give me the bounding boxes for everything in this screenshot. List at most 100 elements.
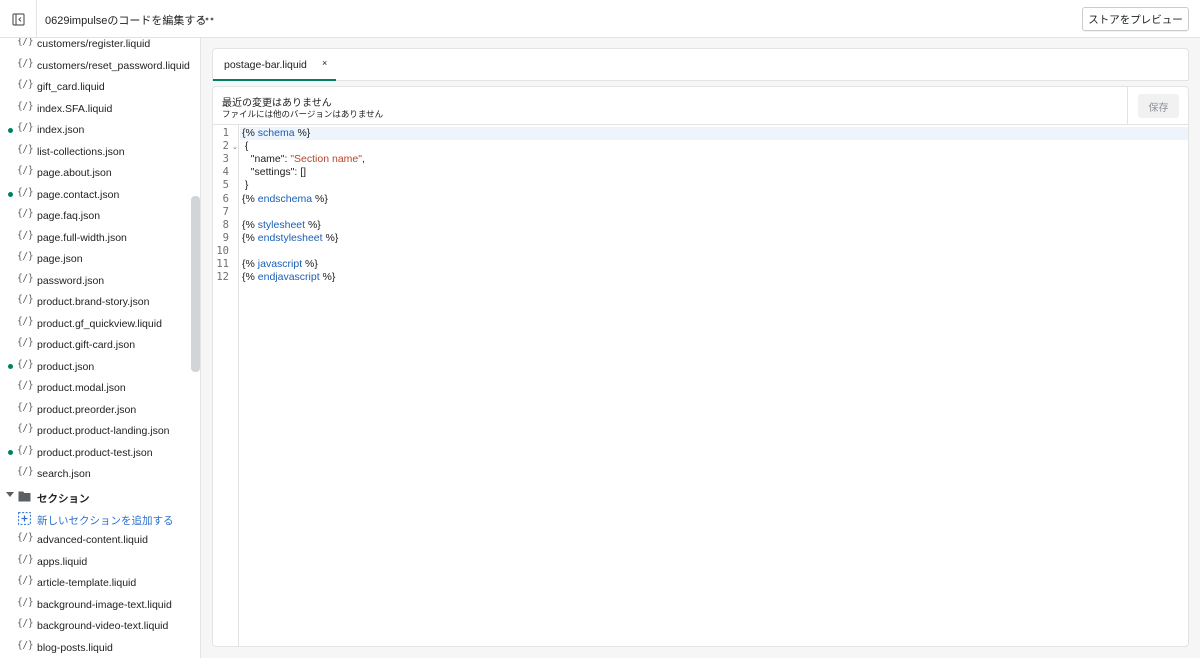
file-item[interactable]: {/} customers/register.liquid	[0, 38, 190, 55]
file-name: product.product-landing.json	[37, 425, 170, 437]
fold-toggle-icon[interactable]: ⌄	[232, 141, 238, 154]
file-item[interactable]: {/} gift_card.liquid	[0, 76, 190, 98]
file-item[interactable]: {/} list-collections.json	[0, 141, 190, 163]
file-sidebar: {/} customers/register.liquid {/} customers…	[0, 38, 201, 658]
file-name: advanced-content.liquid	[37, 534, 148, 546]
close-tab-icon[interactable]: ×	[322, 58, 327, 68]
file-item[interactable]: {/} apps.liquid	[0, 551, 190, 573]
file-item[interactable]: {/} product.gift-card.json	[0, 334, 190, 356]
line-number: 8	[222, 218, 229, 231]
file-name: product.preorder.json	[37, 403, 137, 416]
save-button[interactable]: 保存	[1138, 94, 1179, 118]
tab-postage-bar[interactable]: postage-bar.liquid ×	[213, 49, 336, 81]
modified-indicator	[8, 364, 13, 369]
code-line: "name": "Section name",	[242, 153, 365, 166]
liquid-file-icon: {/}	[17, 423, 34, 434]
file-name: background-image-text.liquid	[37, 598, 172, 611]
code-token: ,	[361, 153, 365, 166]
file-item[interactable]: {/} product.gf_quickview.liquid	[0, 313, 190, 335]
modified-indicator	[8, 192, 13, 197]
file-item[interactable]: {/} page.contact.json	[0, 184, 190, 206]
liquid-file-icon: {/}	[17, 380, 34, 391]
version-info-title: 最近の変更はありません	[222, 98, 332, 109]
add-section-link[interactable]: 新しいセクションを追加する	[0, 508, 190, 530]
code-token: {%	[242, 192, 258, 205]
file-name: apps.liquid	[37, 555, 88, 568]
active-line-highlight	[240, 127, 1188, 140]
file-name: page.full-width.json	[37, 231, 127, 244]
file-name: product.modal.json	[37, 382, 126, 394]
code-token: %}	[294, 127, 311, 139]
code-line: {% endschema %}	[242, 193, 328, 206]
line-number: 5	[222, 179, 229, 192]
liquid-file-icon: {/}	[17, 143, 34, 155]
modified-indicator	[8, 127, 13, 133]
liquid-file-icon: {/}	[17, 79, 34, 90]
code-token: "name":	[242, 153, 291, 166]
file-item[interactable]: {/} index.json	[0, 119, 190, 141]
code-line: "settings": []	[242, 166, 306, 179]
file-item[interactable]: {/} background-image-text.liquid	[0, 594, 190, 616]
line-number: 11	[216, 258, 229, 270]
liquid-file-icon: {/}	[17, 165, 34, 176]
liquid-file-icon: {/}	[17, 122, 34, 133]
file-item[interactable]: {/} page.about.json	[0, 162, 190, 184]
editor-panel: 最近の変更はありません ファイルには他のバージョンはありません 保存 12 345…	[212, 86, 1189, 647]
page-title: 0629impulseのコードを編集する	[45, 15, 207, 27]
preview-store-button[interactable]: ストアをプレビュー	[1082, 7, 1189, 31]
code-token: javascript	[257, 258, 303, 270]
liquid-file-icon: {/}	[17, 251, 34, 262]
exit-editor-button[interactable]	[0, 0, 37, 38]
file-item[interactable]: {/} background-video-text.liquid	[0, 615, 190, 637]
liquid-file-icon: {/}	[17, 553, 34, 565]
line-number: 2	[222, 140, 229, 153]
code-token: {	[242, 140, 249, 153]
code-token: %}	[312, 192, 328, 205]
file-item[interactable]: {/} search.json	[0, 463, 190, 485]
folder-sections[interactable]: セクション	[0, 486, 190, 508]
line-number: 7	[222, 205, 229, 218]
file-item[interactable]: {/} product.json	[0, 356, 190, 378]
code-token: %}	[319, 271, 336, 284]
folder-label: セクション	[37, 492, 90, 505]
liquid-file-icon: {/}	[17, 532, 34, 543]
modified-indicator	[8, 450, 13, 455]
file-item[interactable]: {/} customers/reset_password.liquid	[0, 55, 190, 77]
file-item[interactable]: {/} index.SFA.liquid	[0, 98, 190, 120]
file-name: page.about.json	[37, 167, 112, 179]
liquid-file-icon: {/}	[17, 100, 34, 112]
code-token: {%	[242, 218, 258, 231]
file-name: blog-posts.liquid	[37, 641, 113, 654]
line-number: 9	[222, 231, 229, 244]
sidebar-scrollbar[interactable]	[191, 196, 200, 372]
liquid-file-icon: {/}	[17, 466, 34, 477]
more-actions-button[interactable]	[196, 9, 218, 29]
file-name: page.contact.json	[37, 188, 120, 201]
file-item[interactable]: {/} advanced-content.liquid	[0, 529, 190, 551]
file-item[interactable]: {/} product.product-landing.json	[0, 420, 190, 442]
line-number: 12	[216, 271, 229, 284]
file-name: page.faq.json	[37, 210, 101, 222]
file-name: index.json	[37, 124, 85, 136]
liquid-file-icon: {/}	[17, 337, 34, 348]
ellipsis-icon	[200, 17, 214, 21]
file-item[interactable]: {/} product.preorder.json	[0, 399, 190, 421]
file-item[interactable]: {/} product.modal.json	[0, 377, 190, 399]
file-item[interactable]: {/} password.json	[0, 270, 190, 292]
file-item[interactable]: {/} blog-posts.liquid	[0, 637, 190, 658]
tab-bar: postage-bar.liquid ×	[212, 48, 1189, 81]
file-item[interactable]: {/} page.faq.json	[0, 205, 190, 227]
file-item[interactable]: {/} page.json	[0, 248, 190, 270]
add-file-icon	[18, 511, 31, 525]
code-token: {%	[242, 127, 258, 139]
code-token: "settings": []	[242, 166, 307, 179]
file-item[interactable]: {/} page.full-width.json	[0, 227, 190, 249]
line-number: 4	[222, 166, 229, 179]
file-item[interactable]: {/} product.brand-story.json	[0, 291, 190, 313]
file-item[interactable]: {/} product.product-test.json	[0, 442, 190, 464]
version-info-subtitle: ファイルには他のバージョンはありません	[222, 109, 384, 119]
folder-icon	[18, 491, 31, 501]
line-number: 3	[222, 153, 229, 166]
liquid-file-icon: {/}	[17, 272, 34, 284]
file-item[interactable]: {/} article-template.liquid	[0, 572, 190, 594]
